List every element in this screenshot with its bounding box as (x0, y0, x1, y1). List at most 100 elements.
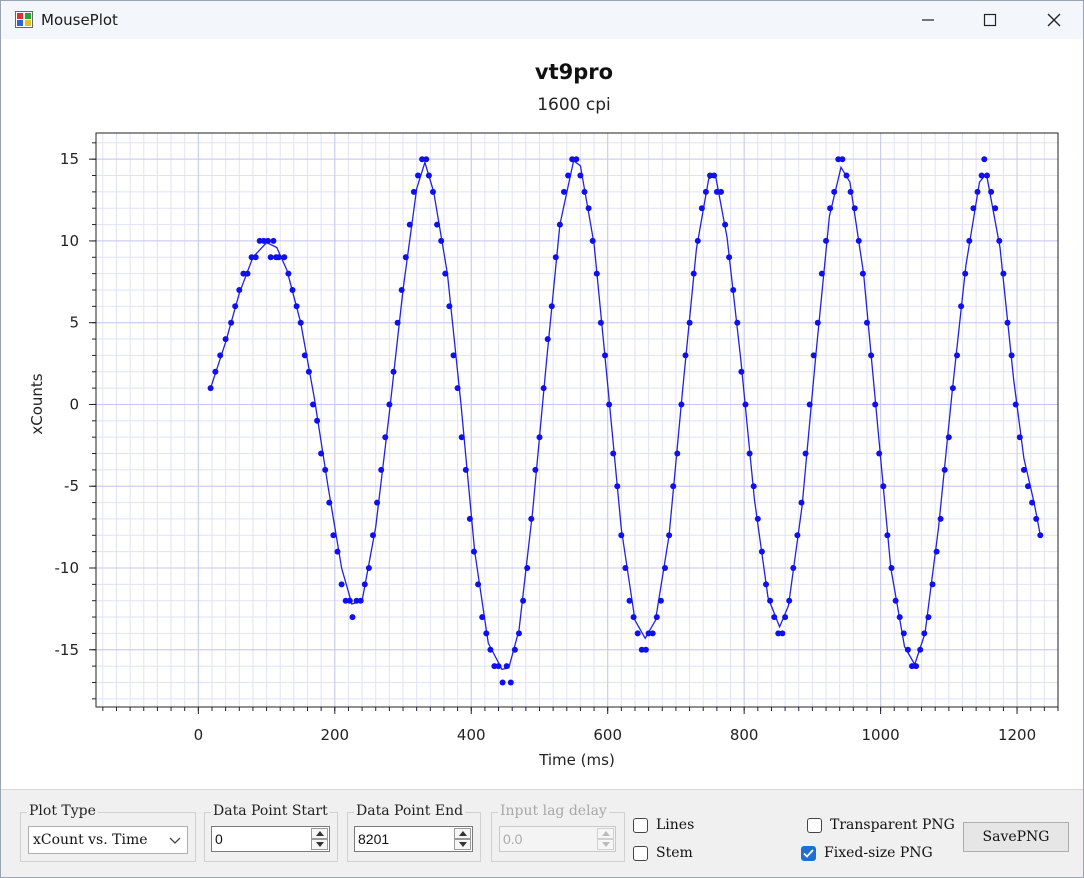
dp-start-spinner[interactable] (311, 828, 328, 850)
data-point (614, 483, 621, 490)
plot-area (95, 132, 1059, 708)
data-point (1025, 483, 1031, 490)
data-point (466, 515, 473, 522)
data-point (410, 188, 417, 195)
input-lag-spinner (597, 828, 614, 850)
data-point (1016, 434, 1023, 441)
data-point (872, 401, 879, 408)
transparent-png-checkbox[interactable]: Transparent PNG (807, 817, 955, 833)
chart-title: vt9pro (535, 60, 613, 84)
spin-up-icon[interactable] (454, 828, 471, 839)
stem-checkbox[interactable]: Stem (633, 845, 693, 861)
save-png-label: SavePNG (982, 829, 1050, 845)
data-point (275, 254, 282, 261)
data-point (690, 270, 697, 277)
data-point (322, 466, 329, 473)
maximize-button[interactable] (967, 1, 1013, 39)
data-point (702, 188, 709, 195)
data-point (855, 237, 862, 244)
data-point (682, 352, 689, 359)
data-point (378, 466, 385, 473)
data-point (524, 565, 531, 571)
data-point (479, 614, 486, 621)
stem-label: Stem (656, 845, 693, 861)
dp-end-input[interactable]: 8201 (354, 826, 473, 852)
data-point (423, 156, 430, 163)
data-point (338, 581, 345, 588)
data-point (827, 205, 834, 212)
data-point (884, 532, 891, 539)
data-point (929, 581, 936, 588)
data-point (610, 450, 617, 457)
data-point (297, 319, 304, 326)
data-point (779, 630, 786, 637)
save-png-button[interactable]: SavePNG (963, 822, 1069, 852)
data-point (285, 270, 292, 277)
data-point (786, 597, 793, 604)
data-point (471, 548, 477, 555)
minor-grid (96, 133, 1059, 707)
dp-start-value: 0 (215, 831, 223, 847)
input-lag-label: Input lag delay (498, 803, 609, 819)
x-tick-label: 400 (457, 726, 486, 744)
data-point (458, 434, 465, 441)
data-point (726, 254, 733, 261)
data-point (988, 188, 995, 195)
y-tick-label: -15 (55, 641, 80, 659)
data-point (573, 156, 580, 163)
close-button[interactable] (1031, 1, 1077, 39)
spin-down-icon[interactable] (311, 839, 328, 850)
y-tick-label: 5 (69, 314, 79, 332)
data-point (992, 205, 999, 212)
data-point (565, 172, 572, 179)
data-point (556, 221, 563, 228)
y-tick-label: 15 (60, 150, 79, 168)
data-point (978, 172, 985, 179)
data-point (264, 237, 271, 244)
plot-type-select[interactable]: xCount vs. Time (28, 826, 188, 854)
dp-start-label: Data Point Start (211, 803, 330, 819)
fixed-size-png-checkbox-box[interactable] (801, 845, 816, 861)
data-point (212, 368, 219, 375)
lines-checkbox[interactable]: Lines (633, 817, 694, 833)
data-point (900, 630, 907, 637)
data-point (499, 679, 506, 686)
data-point (606, 401, 613, 408)
data-point (722, 221, 729, 228)
data-point (904, 646, 911, 653)
dp-end-spinner[interactable] (454, 828, 471, 850)
data-point (892, 597, 899, 604)
spin-down-icon[interactable] (454, 839, 471, 850)
data-point (252, 254, 259, 261)
data-point (984, 172, 990, 179)
data-point (921, 630, 928, 637)
data-point (330, 532, 337, 539)
lines-checkbox-box[interactable] (633, 817, 648, 833)
x-axis-label: Time (ms) (538, 751, 615, 769)
data-point (434, 221, 441, 228)
fixed-size-png-checkbox[interactable]: Fixed-size PNG (801, 845, 933, 861)
data-point (540, 385, 547, 392)
transparent-png-checkbox-box[interactable] (807, 817, 822, 833)
window-title: MousePlot (41, 11, 118, 29)
data-point (771, 614, 778, 621)
data-point (746, 450, 753, 457)
data-point (450, 352, 457, 359)
data-point (941, 466, 948, 473)
stem-checkbox-box[interactable] (633, 845, 648, 861)
spin-up-icon[interactable] (311, 828, 328, 839)
transparent-png-label: Transparent PNG (830, 817, 955, 833)
data-point (398, 287, 405, 293)
data-point (730, 287, 737, 293)
data-point (925, 614, 932, 621)
data-point (933, 548, 940, 555)
minimize-button[interactable] (905, 1, 951, 39)
x-tick-label: 0 (194, 726, 204, 744)
data-point (767, 597, 774, 604)
data-point (349, 614, 356, 621)
data-point (698, 205, 705, 212)
dp-start-input[interactable]: 0 (211, 826, 330, 852)
data-point (390, 368, 397, 375)
data-point (244, 270, 251, 277)
plot-type-label: Plot Type (27, 803, 98, 819)
